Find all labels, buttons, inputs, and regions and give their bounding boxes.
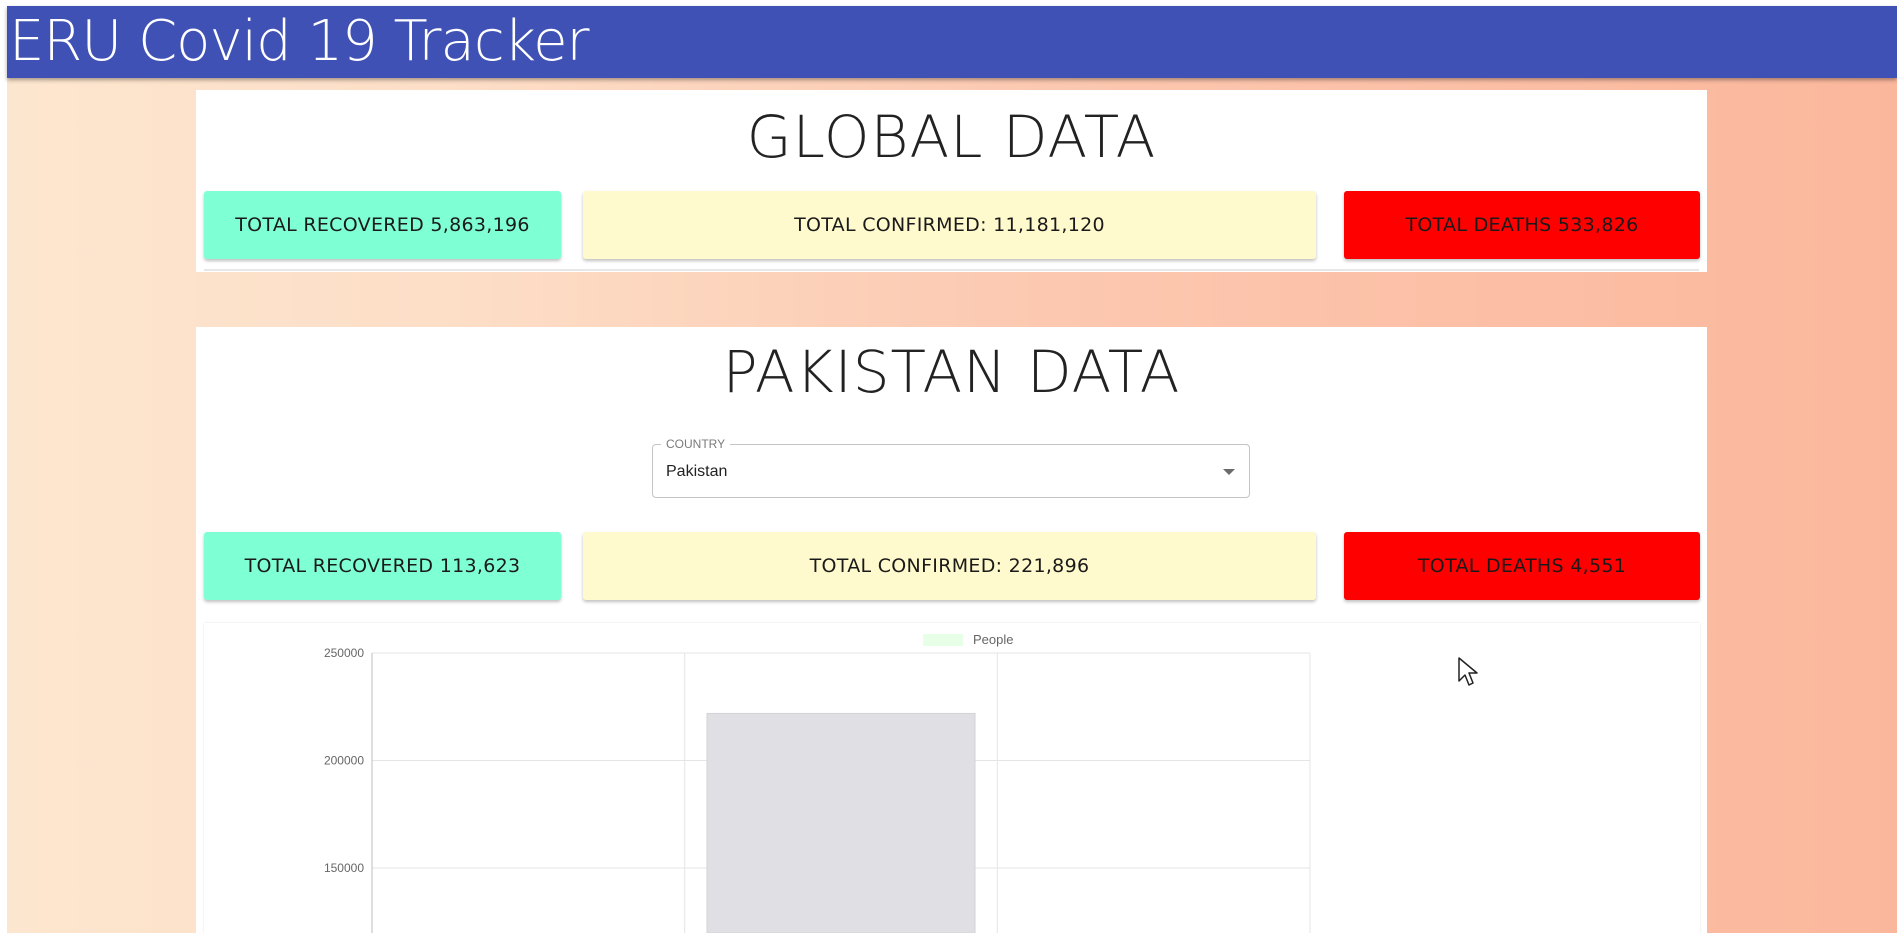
y-tick-label: 150000 xyxy=(324,861,364,875)
global-deaths-card: TOTAL DEATHS 533,826 xyxy=(1344,191,1700,259)
country-select[interactable]: COUNTRY Pakistan xyxy=(652,436,1250,498)
mouse-cursor-icon xyxy=(1458,657,1478,686)
chevron-down-icon[interactable] xyxy=(1223,469,1235,475)
legend-label: People xyxy=(973,632,1013,647)
chart-bar xyxy=(706,712,976,933)
app-title: ERU Covid 19 Tracker xyxy=(9,9,590,74)
country-select-label: COUNTRY xyxy=(661,436,731,452)
country-recovered-card: TOTAL RECOVERED 113,623 xyxy=(204,532,561,600)
global-data-section: GLOBAL DATA TOTAL RECOVERED 5,863,196 TO… xyxy=(196,90,1707,272)
country-heading: PAKISTAN DATA xyxy=(722,338,1181,406)
legend-swatch xyxy=(923,634,963,646)
global-confirmed-card: TOTAL CONFIRMED: 11,181,120 xyxy=(583,191,1316,259)
country-confirmed-card: TOTAL CONFIRMED: 221,896 xyxy=(583,532,1316,600)
country-select-value: Pakistan xyxy=(666,463,728,480)
country-deaths-card: TOTAL DEATHS 4,551 xyxy=(1344,532,1700,600)
section-divider xyxy=(204,269,1699,271)
app-bar: ERU Covid 19 Tracker xyxy=(7,6,1897,78)
global-recovered-card: TOTAL RECOVERED 5,863,196 xyxy=(204,191,561,259)
y-tick-label: 250000 xyxy=(324,646,364,660)
country-data-section: PAKISTAN DATA COUNTRY Pakistan TOTAL REC… xyxy=(196,327,1707,933)
global-heading: GLOBAL DATA xyxy=(746,103,1157,171)
y-tick-label: 200000 xyxy=(324,754,364,768)
